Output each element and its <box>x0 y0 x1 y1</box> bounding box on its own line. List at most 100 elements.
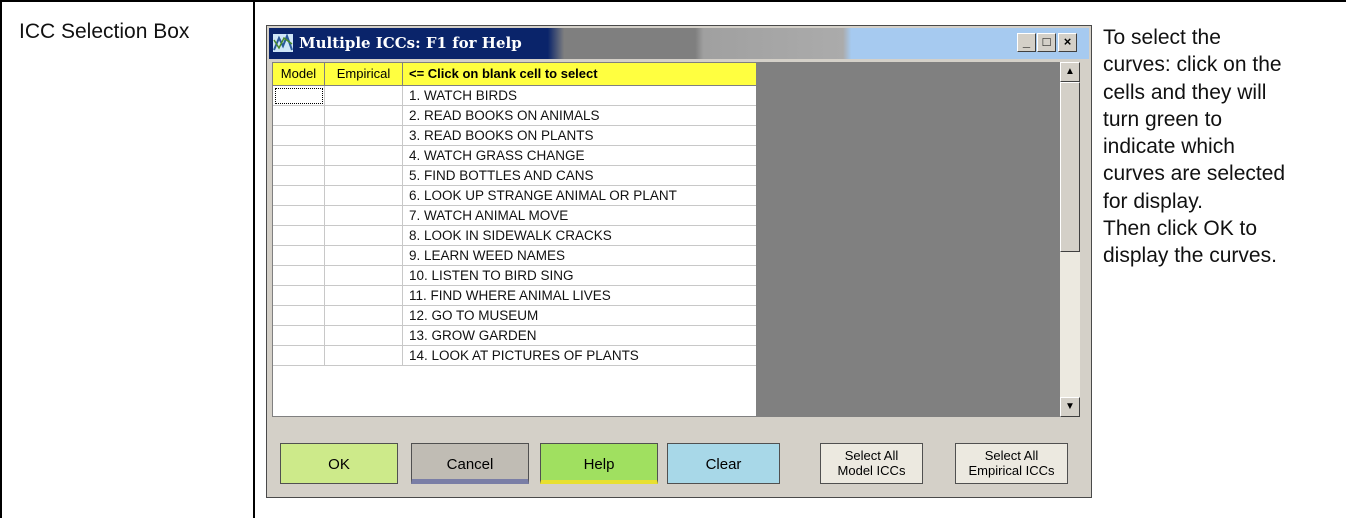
item-name-cell: 3. READ BOOKS ON PLANTS <box>403 126 756 146</box>
model-select-cell[interactable] <box>273 146 325 166</box>
table-top-border <box>0 0 1346 2</box>
table-row: 5. FIND BOTTLES AND CANS <box>273 166 756 186</box>
title-bar[interactable]: Multiple ICCs: F1 for Help _ □ × <box>269 28 1089 59</box>
scroll-up-icon[interactable]: ▲ <box>1060 62 1080 82</box>
row-label: ICC Selection Box <box>19 20 190 43</box>
clear-label: Clear <box>705 456 742 473</box>
minimize-button[interactable]: _ <box>1017 33 1036 52</box>
table-row: 6. LOOK UP STRANGE ANIMAL OR PLANT <box>273 186 756 206</box>
empirical-select-cell[interactable] <box>325 146 403 166</box>
table-row: 1. WATCH BIRDS <box>273 86 756 106</box>
select-all-model-iccs-button[interactable]: Select All Model ICCs <box>820 443 923 484</box>
empirical-select-cell[interactable] <box>325 206 403 226</box>
help-line: indicate which <box>1103 135 1235 159</box>
help-line: for display. <box>1103 189 1203 213</box>
empirical-select-cell[interactable] <box>325 346 403 366</box>
table-row: 11. FIND WHERE ANIMAL LIVES <box>273 286 756 306</box>
table-row: 10. LISTEN TO BIRD SING <box>273 266 756 286</box>
item-name-cell: 9. LEARN WEED NAMES <box>403 246 756 266</box>
close-button[interactable]: × <box>1058 33 1077 52</box>
model-select-cell[interactable] <box>273 106 325 126</box>
icc-selection-window: Multiple ICCs: F1 for Help _ □ × Model E… <box>266 25 1092 498</box>
model-select-cell[interactable] <box>273 226 325 246</box>
model-select-cell[interactable] <box>273 306 325 326</box>
window-title: Multiple ICCs: F1 for Help <box>299 34 522 52</box>
empirical-select-cell[interactable] <box>325 166 403 186</box>
model-select-cell[interactable] <box>273 86 325 106</box>
select-emp-line2: Empirical ICCs <box>968 463 1055 478</box>
grid-header: Model Empirical <= Click on blank cell t… <box>273 63 756 86</box>
empirical-select-cell[interactable] <box>325 326 403 346</box>
item-name-cell: 2. READ BOOKS ON ANIMALS <box>403 106 756 126</box>
empirical-select-cell[interactable] <box>325 126 403 146</box>
empirical-select-cell[interactable] <box>325 306 403 326</box>
table-row: 12. GO TO MUSEUM <box>273 306 756 326</box>
help-line: Then click OK to <box>1103 217 1258 241</box>
model-select-cell[interactable] <box>273 166 325 186</box>
empirical-select-cell[interactable] <box>325 226 403 246</box>
table-row: 8. LOOK IN SIDEWALK CRACKS <box>273 226 756 246</box>
model-select-cell[interactable] <box>273 206 325 226</box>
select-model-line2: Model ICCs <box>837 463 906 478</box>
cancel-label: Cancel <box>446 456 494 473</box>
empirical-select-cell[interactable] <box>325 86 403 106</box>
ok-label: OK <box>328 456 350 473</box>
app-icon <box>273 34 293 52</box>
model-select-cell[interactable] <box>273 246 325 266</box>
clear-button[interactable]: Clear <box>667 443 780 484</box>
table-row: 2. READ BOOKS ON ANIMALS <box>273 106 756 126</box>
select-emp-line1: Select All <box>984 448 1039 463</box>
table-row: 14. LOOK AT PICTURES OF PLANTS <box>273 346 756 366</box>
help-text: To select the curves: click on the cells… <box>1103 24 1343 270</box>
header-instructions: <= Click on blank cell to select <box>403 63 756 86</box>
help-line: To select the <box>1103 26 1221 49</box>
table-row: 7. WATCH ANIMAL MOVE <box>273 206 756 226</box>
scroll-down-icon[interactable]: ▼ <box>1060 397 1080 417</box>
item-name-cell: 14. LOOK AT PICTURES OF PLANTS <box>403 346 756 366</box>
table-column-divider <box>253 0 255 518</box>
help-line: curves are selected <box>1103 162 1286 186</box>
empirical-select-cell[interactable] <box>325 186 403 206</box>
select-all-model-label: Select All Model ICCs <box>821 448 922 478</box>
table-row: 4. WATCH GRASS CHANGE <box>273 146 756 166</box>
item-name-cell: 8. LOOK IN SIDEWALK CRACKS <box>403 226 756 246</box>
item-name-cell: 6. LOOK UP STRANGE ANIMAL OR PLANT <box>403 186 756 206</box>
item-name-cell: 5. FIND BOTTLES AND CANS <box>403 166 756 186</box>
table-row: 9. LEARN WEED NAMES <box>273 246 756 266</box>
table-row: 3. READ BOOKS ON PLANTS <box>273 126 756 146</box>
model-select-cell[interactable] <box>273 346 325 366</box>
empirical-select-cell[interactable] <box>325 106 403 126</box>
model-select-cell[interactable] <box>273 286 325 306</box>
item-name-cell: 11. FIND WHERE ANIMAL LIVES <box>403 286 756 306</box>
help-label: Help <box>583 456 615 473</box>
cancel-button[interactable]: Cancel <box>411 443 529 484</box>
help-button[interactable]: Help <box>540 443 658 484</box>
empirical-select-cell[interactable] <box>325 286 403 306</box>
vertical-scrollbar[interactable]: ▲ ▼ <box>1060 62 1080 417</box>
empirical-select-cell[interactable] <box>325 246 403 266</box>
header-empirical: Empirical <box>325 63 403 86</box>
table-row: 13. GROW GARDEN <box>273 326 756 346</box>
item-name-cell: 12. GO TO MUSEUM <box>403 306 756 326</box>
empirical-select-cell[interactable] <box>325 266 403 286</box>
header-model: Model <box>273 63 325 86</box>
item-name-cell: 13. GROW GARDEN <box>403 326 756 346</box>
item-name-cell: 10. LISTEN TO BIRD SING <box>403 266 756 286</box>
icc-grid: Model Empirical <= Click on blank cell t… <box>272 62 757 417</box>
help-line: cells and they will <box>1103 80 1267 104</box>
select-all-empirical-iccs-button[interactable]: Select All Empirical ICCs <box>955 443 1068 484</box>
item-name-cell: 1. WATCH BIRDS <box>403 86 756 106</box>
model-select-cell[interactable] <box>273 266 325 286</box>
model-select-cell[interactable] <box>273 186 325 206</box>
model-select-cell[interactable] <box>273 326 325 346</box>
scroll-thumb[interactable] <box>1060 82 1080 252</box>
item-name-cell: 7. WATCH ANIMAL MOVE <box>403 206 756 226</box>
maximize-button[interactable]: □ <box>1037 33 1056 52</box>
item-name-cell: 4. WATCH GRASS CHANGE <box>403 146 756 166</box>
ok-button[interactable]: OK <box>280 443 398 484</box>
model-select-cell[interactable] <box>273 126 325 146</box>
select-model-line1: Select All <box>844 448 899 463</box>
help-line: display the curves. <box>1103 244 1277 268</box>
table-left-border <box>0 0 2 518</box>
curve-preview-panel <box>757 62 1060 417</box>
